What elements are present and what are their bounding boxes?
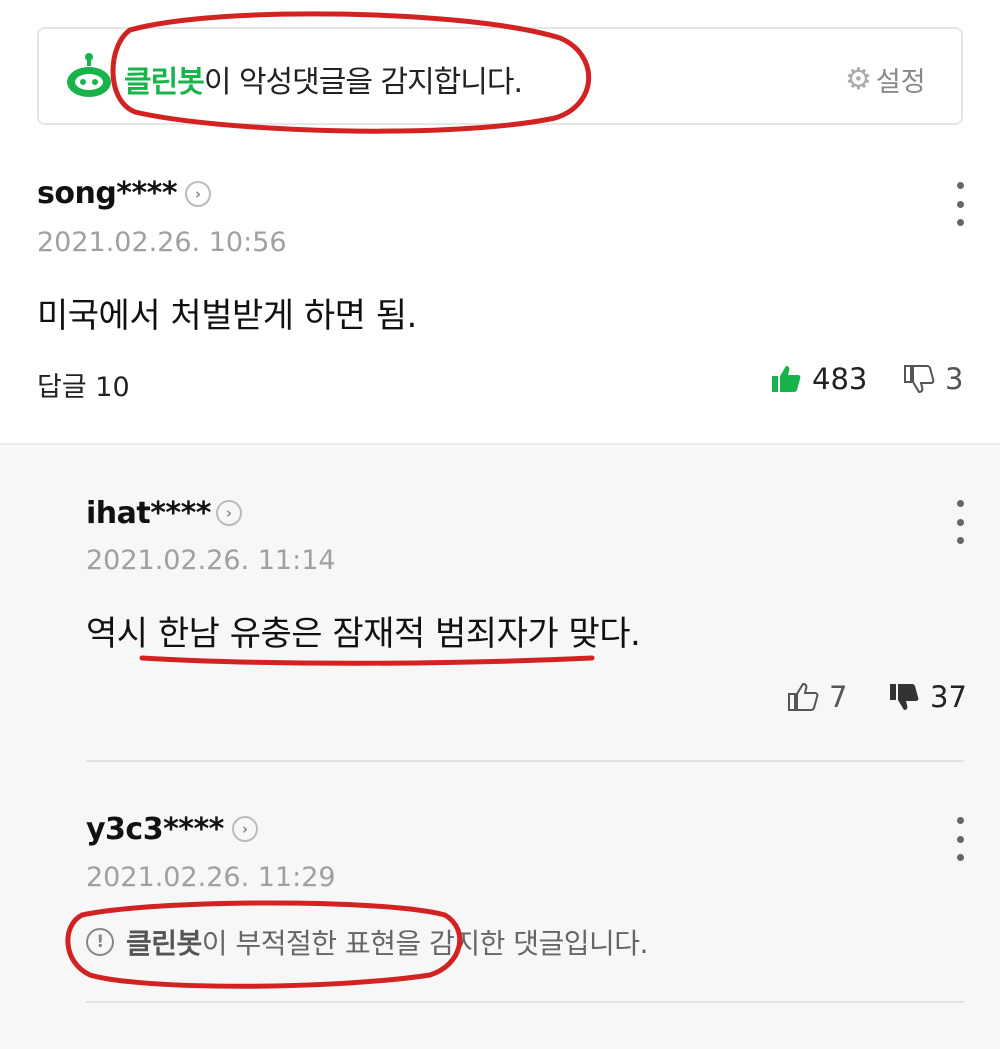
reply-count-button[interactable]: 답글 10 — [37, 365, 130, 404]
gear-icon: ⚙ — [845, 61, 872, 97]
reply-divider — [86, 760, 964, 762]
settings-button[interactable]: ⚙ 설정 — [845, 60, 926, 99]
chevron-right-icon[interactable]: › — [216, 500, 242, 526]
thumbs-up-icon — [788, 682, 819, 711]
dislike-button[interactable]: 37 — [888, 680, 967, 714]
thumbs-up-icon — [772, 366, 801, 392]
like-count: 483 — [812, 362, 868, 396]
more-vertical-icon[interactable] — [955, 182, 965, 226]
chevron-right-icon[interactable]: › — [232, 816, 258, 842]
comment-username[interactable]: song**** — [37, 176, 178, 211]
thumbs-down-icon — [890, 684, 919, 710]
robot-icon — [67, 53, 111, 97]
more-vertical-icon[interactable] — [955, 500, 965, 544]
reply-divider — [86, 1001, 964, 1003]
reply-content: 역시 한남 유충은 잠재적 범죄자가 맞다. — [86, 614, 641, 654]
comment-content: 미국에서 처벌받게 하면 됨. — [37, 296, 417, 336]
cleanbot-brand: 클린봇 — [124, 65, 205, 100]
dislike-count: 37 — [930, 680, 967, 714]
settings-label: 설정 — [875, 67, 926, 98]
cleanbot-banner-message: 이 악성댓글을 감지합니다. — [203, 65, 523, 100]
cleanbot-notice: ! 클린봇이 부적절한 표현을 감지한 댓글입니다. — [86, 922, 648, 962]
reply-username[interactable]: y3c3**** — [86, 812, 224, 847]
dislike-count: 3 — [945, 362, 964, 396]
exclamation-circle-icon: ! — [86, 928, 114, 956]
more-vertical-icon[interactable] — [955, 817, 965, 861]
cleanbot-notice-text: 이 부적절한 표현을 감지한 댓글입니다. — [201, 927, 649, 960]
reply-date: 2021.02.26. 11:29 — [86, 862, 336, 893]
like-count: 7 — [829, 680, 848, 714]
comment-date: 2021.02.26. 10:56 — [37, 227, 287, 258]
cleanbot-banner-text: 클린봇이 악성댓글을 감지합니다. — [124, 57, 523, 101]
thumbs-down-icon — [904, 365, 935, 394]
reply-username[interactable]: ihat**** — [86, 496, 211, 531]
like-button[interactable]: 483 — [770, 362, 867, 396]
reply-date: 2021.02.26. 11:14 — [86, 545, 336, 576]
like-button[interactable]: 7 — [787, 680, 847, 714]
cleanbot-notice-brand: 클린봇 — [126, 927, 202, 960]
chevron-right-icon[interactable]: › — [185, 181, 211, 207]
dislike-button[interactable]: 3 — [903, 362, 963, 396]
